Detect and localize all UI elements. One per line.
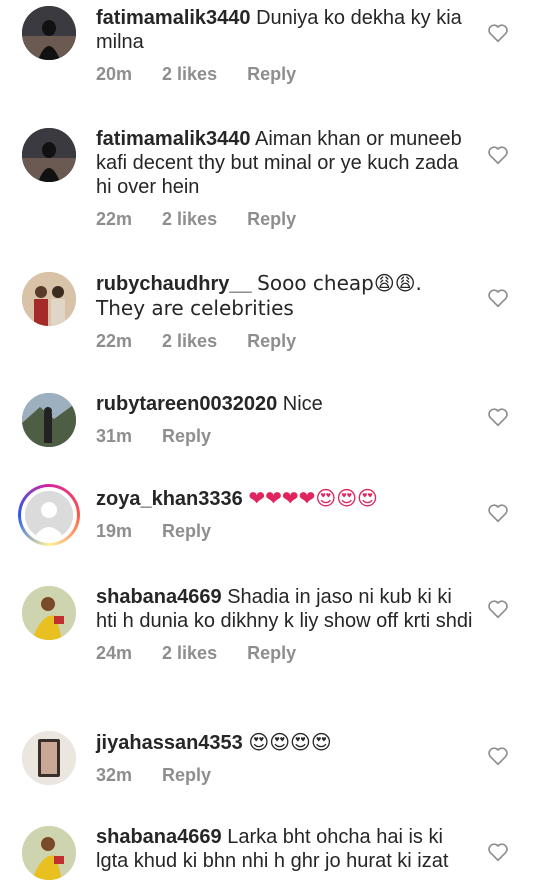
avatar [25, 491, 73, 539]
username[interactable]: zoya_khan3336 [96, 488, 243, 510]
comment-meta: 22m 2 likes Reply [96, 209, 476, 230]
avatar[interactable] [22, 826, 76, 880]
comment-meta: 19m Reply [96, 521, 476, 542]
username[interactable]: fatimamalik3440 [96, 7, 251, 29]
avatar[interactable] [22, 6, 76, 60]
reply-button[interactable]: Reply [162, 521, 211, 541]
timestamp: 24m [96, 643, 133, 663]
likes-count[interactable]: 2 likes [162, 643, 217, 663]
comment-text: jiyahassan4353 😍😍😍😍 [96, 730, 476, 755]
comment-text: shabana4669 Larka bht ohcha hai is ki lg… [96, 825, 476, 873]
comment-text: fatimamalik3440 Aiman khan or muneeb kaf… [96, 127, 476, 199]
reply-button[interactable]: Reply [162, 426, 211, 446]
heart-outline-icon[interactable] [487, 745, 509, 767]
heart-outline-icon[interactable] [487, 841, 509, 863]
username[interactable]: jiyahassan4353 [96, 732, 243, 754]
comment-meta: 32m Reply [96, 765, 476, 786]
heart-outline-icon[interactable] [487, 22, 509, 44]
likes-count[interactable]: 2 likes [162, 64, 217, 84]
comment-meta: 20m 2 likes Reply [96, 64, 476, 85]
comment-meta: 22m 2 likes Reply [96, 331, 476, 352]
username[interactable]: shabana4669 [96, 826, 222, 848]
username[interactable]: rubychaudhry__ [96, 273, 252, 295]
timestamp: 20m [96, 64, 133, 84]
avatar[interactable] [22, 128, 76, 182]
heart-outline-icon[interactable] [487, 598, 509, 620]
username[interactable]: shabana4669 [96, 586, 222, 608]
comment-text: zoya_khan3336 ❤❤❤❤😍😍😍 [96, 486, 476, 511]
reply-button[interactable]: Reply [247, 643, 296, 663]
likes-count[interactable]: 2 likes [162, 331, 217, 351]
timestamp: 22m [96, 331, 133, 351]
timestamp: 19m [96, 521, 133, 541]
reply-button[interactable]: Reply [247, 64, 296, 84]
reply-button[interactable]: Reply [247, 209, 296, 229]
comment-text: fatimamalik3440 Duniya ko dekha ky kia m… [96, 6, 476, 54]
comment-body: 😍😍😍😍 [248, 730, 332, 754]
avatar[interactable] [22, 393, 76, 447]
comment-text: rubychaudhry__ Sooo cheap😩😩. They are ce… [96, 271, 476, 321]
reply-button[interactable]: Reply [162, 765, 211, 785]
timestamp: 22m [96, 209, 133, 229]
comment-meta: 24m 2 likes Reply [96, 643, 476, 664]
username[interactable]: fatimamalik3440 [96, 128, 251, 150]
avatar[interactable] [22, 731, 76, 785]
heart-outline-icon[interactable] [487, 406, 509, 428]
comment-body: Nice [282, 393, 323, 415]
likes-count[interactable]: 2 likes [162, 209, 217, 229]
avatar[interactable] [22, 586, 76, 640]
timestamp: 32m [96, 765, 133, 785]
story-ring[interactable] [18, 484, 80, 546]
comment-text: rubytareen0032020 Nice [96, 392, 476, 416]
avatar[interactable] [22, 272, 76, 326]
comment-body: ❤❤❤❤😍😍😍 [248, 486, 378, 510]
heart-outline-icon[interactable] [487, 502, 509, 524]
comment-text: shabana4669 Shadia in jaso ni kub ki ki … [96, 585, 476, 633]
reply-button[interactable]: Reply [247, 331, 296, 351]
username[interactable]: rubytareen0032020 [96, 393, 277, 415]
heart-outline-icon[interactable] [487, 287, 509, 309]
comment-meta: 31m Reply [96, 426, 476, 447]
heart-outline-icon[interactable] [487, 144, 509, 166]
timestamp: 31m [96, 426, 133, 446]
